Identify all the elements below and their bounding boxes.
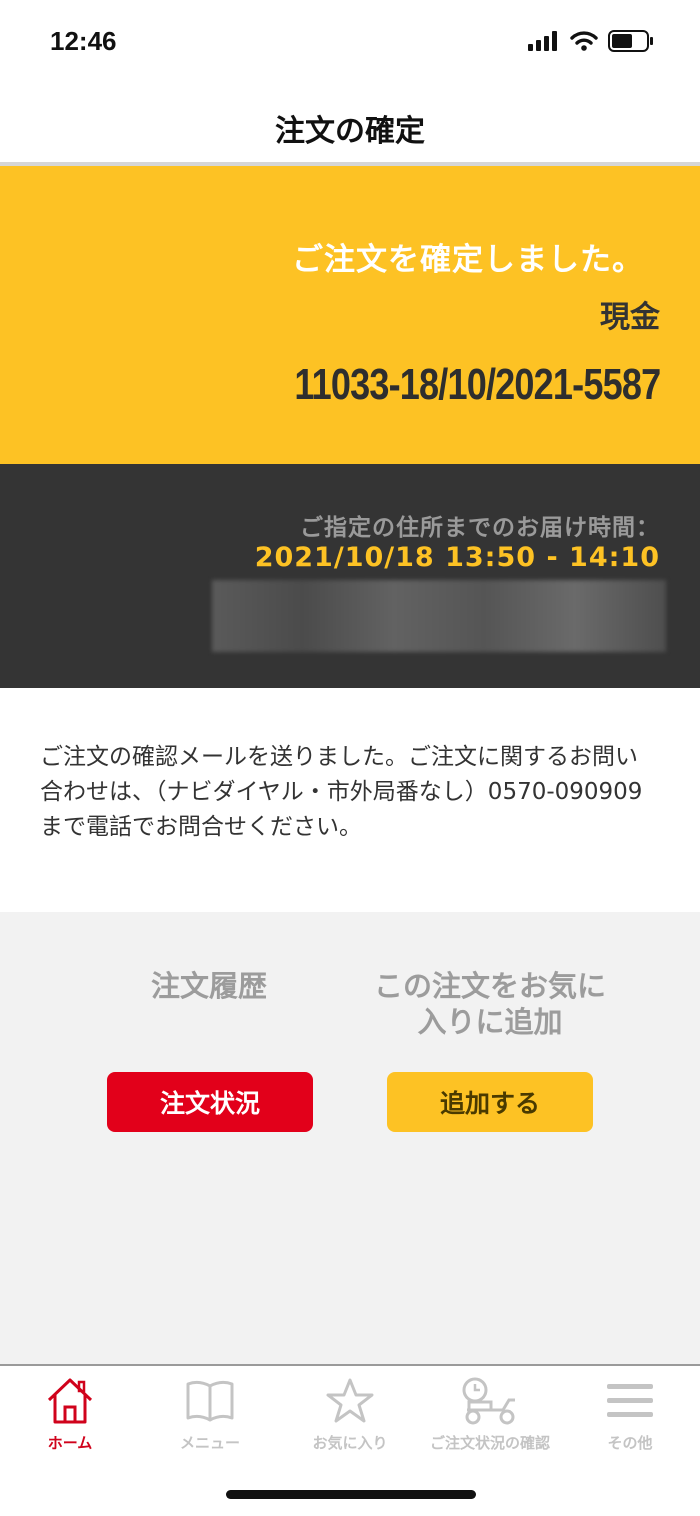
- home-indicator: [226, 1490, 476, 1499]
- order-confirmation-panel: ご注文を確定しました。 現金 11033-18/10/2021-5587: [0, 166, 700, 464]
- add-favorite-title: この注文をお気に入りに追加: [373, 969, 606, 1039]
- hamburger-menu-icon: [607, 1384, 653, 1417]
- tab-home-label: ホーム: [47, 1434, 93, 1452]
- tab-menu[interactable]: メニュー: [140, 1376, 280, 1456]
- tab-menu-label: メニュー: [179, 1434, 240, 1452]
- page-title: 注文の確定: [275, 114, 425, 149]
- delivery-panel: ご指定の住所までのお届け時間： 2021/10/18 13:50 - 14:10: [0, 464, 700, 688]
- delivery-scooter-icon: [462, 1377, 515, 1425]
- star-icon: [326, 1378, 374, 1423]
- book-icon: [186, 1380, 234, 1422]
- status-icons: [528, 30, 654, 52]
- order-number: 11033-18/10/2021-5587: [294, 360, 661, 409]
- battery-icon: [608, 30, 653, 52]
- delivery-time: 2021/10/18 13:50 - 14:10: [254, 542, 660, 573]
- tab-home[interactable]: ホーム: [0, 1376, 140, 1456]
- confirmation-message: ご注文を確定しました。: [292, 242, 644, 278]
- order-status-button[interactable]: 注文状況: [107, 1072, 313, 1132]
- status-time: 12:46: [50, 26, 117, 56]
- status-bar: 12:46: [0, 0, 700, 84]
- tab-favorites-label: お気に入り: [312, 1434, 388, 1452]
- actions-section: 注文履歴 この注文をお気に入りに追加 注文状況 追加する: [0, 912, 700, 1364]
- delivery-time-label: ご指定の住所までのお届け時間：: [300, 515, 660, 541]
- tab-favorites[interactable]: お気に入り: [280, 1376, 420, 1456]
- payment-method: 現金: [600, 300, 660, 335]
- navigation-bar: 注文の確定: [0, 84, 700, 166]
- redacted-address: [212, 580, 666, 652]
- tab-order-status[interactable]: ご注文状況の確認: [420, 1376, 560, 1456]
- order-history-title: 注文履歴: [150, 969, 267, 1003]
- add-favorite-button[interactable]: 追加する: [387, 1072, 593, 1132]
- info-section: ご注文の確認メールを送りました。ご注文に関するお問い合わせは、（ナビダイヤル・市…: [0, 688, 700, 912]
- cellular-signal-icon: [528, 31, 557, 51]
- wifi-icon: [570, 31, 598, 51]
- home-icon: [47, 1378, 93, 1424]
- tab-order-status-label: ご注文状況の確認: [429, 1434, 550, 1452]
- tab-other[interactable]: その他: [560, 1376, 700, 1456]
- tab-other-label: その他: [607, 1434, 653, 1452]
- contact-info-text: ご注文の確認メールを送りました。ご注文に関するお問い合わせは、（ナビダイヤル・市…: [40, 744, 643, 840]
